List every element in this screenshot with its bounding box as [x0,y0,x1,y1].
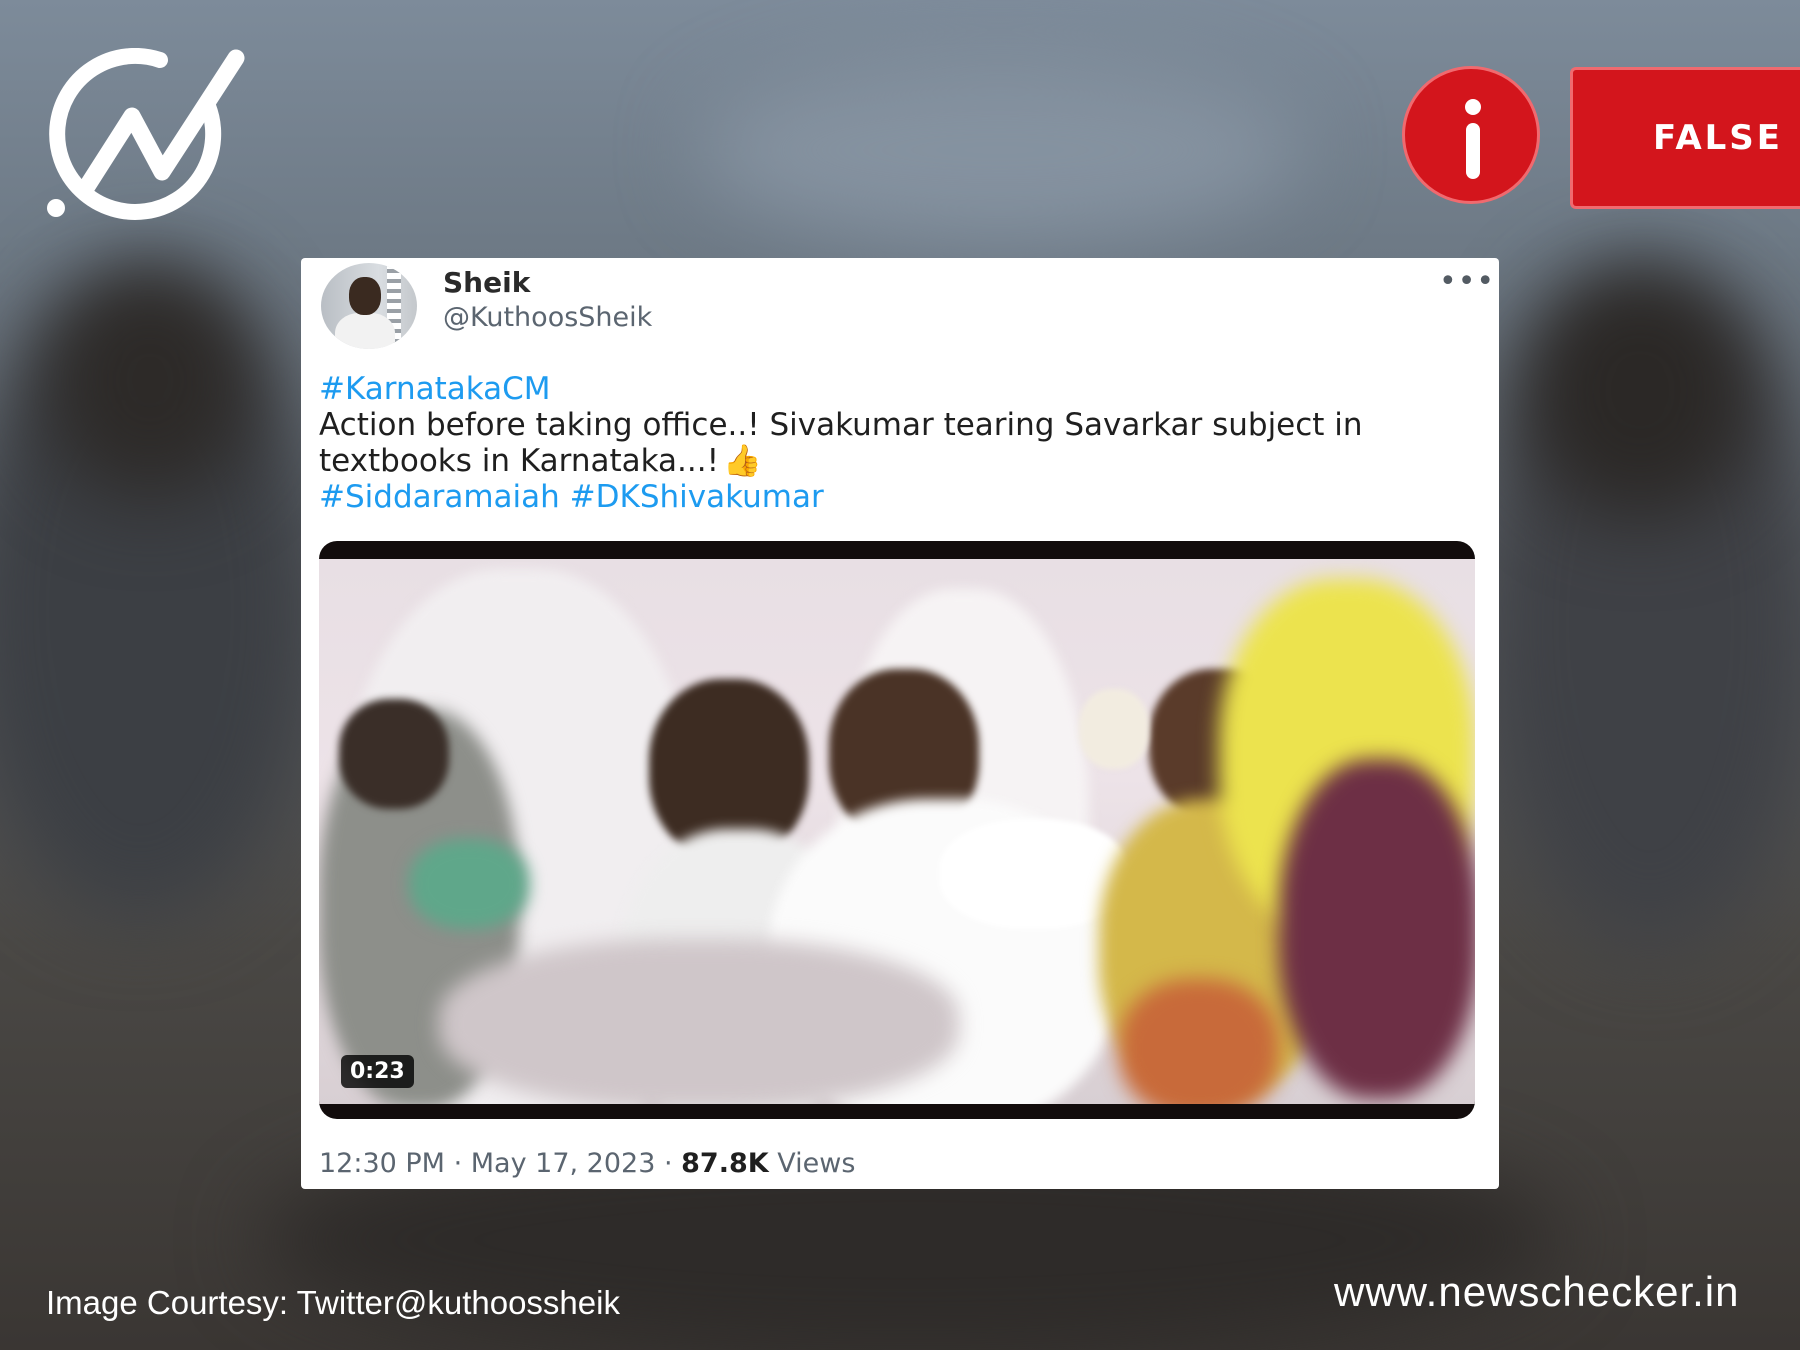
author-handle[interactable]: @KuthoosSheik [443,302,652,333]
website-url: www.newschecker.in [1334,1268,1740,1315]
tweet-date[interactable]: May 17, 2023 [471,1148,656,1179]
video-player[interactable]: 0:23 [319,541,1475,1119]
video-thumbnail [319,559,1475,1104]
tweet-text: #KarnatakaCM Action before taking office… [319,371,1479,515]
tweet-body: Action before taking office..! Sivakumar… [319,407,1363,479]
newschecker-logo-icon [47,48,245,220]
hashtag-link[interactable]: #KarnatakaCM [319,371,551,407]
tweet-time[interactable]: 12:30 PM [319,1148,445,1179]
more-options-icon[interactable]: ••• [1439,264,1495,299]
author-name[interactable]: Sheik [443,266,530,299]
verdict-badge: FALSE [1570,67,1800,209]
hashtag-link[interactable]: #DKShivakumar [570,479,824,515]
views-label: Views [777,1148,856,1179]
avatar[interactable] [321,263,417,349]
hashtag-link[interactable]: #Siddaramaiah [319,479,560,515]
views-count[interactable]: 87.8K [681,1148,769,1179]
image-courtesy: Image Courtesy: Twitter@kuthoossheik [46,1284,620,1321]
info-icon [1402,66,1540,204]
video-duration: 0:23 [341,1055,414,1088]
tweet-meta: 12:30 PM · May 17, 2023 · 87.8K Views [319,1148,856,1179]
thumbs-up-icon: 👍 [723,443,762,479]
tweet-card[interactable]: Sheik @KuthoosSheik ••• #KarnatakaCM Act… [301,258,1499,1189]
